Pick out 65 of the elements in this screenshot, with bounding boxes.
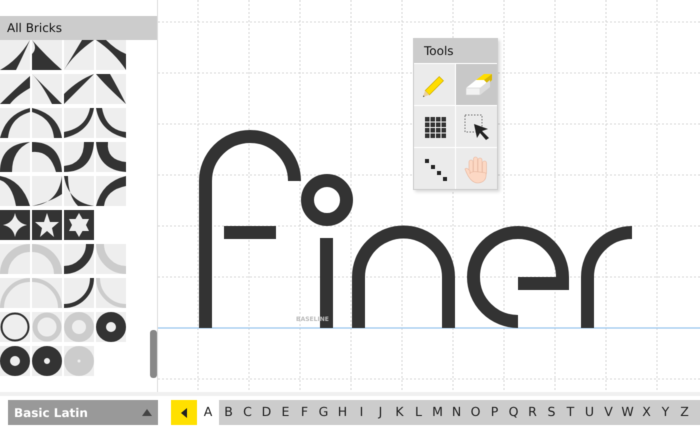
brick-icon[interactable]: [0, 312, 30, 342]
brick-icon[interactable]: [32, 108, 62, 138]
brick-icon[interactable]: [96, 40, 126, 70]
scrollbar-thumb[interactable]: [150, 330, 157, 378]
character-tab[interactable]: U: [580, 400, 599, 425]
character-tab[interactable]: M: [428, 400, 447, 425]
brick-icon[interactable]: [64, 278, 94, 308]
character-tab[interactable]: X: [637, 400, 656, 425]
brick-icon[interactable]: [96, 108, 126, 138]
panel-title: All Bricks: [0, 16, 157, 40]
brick-icon[interactable]: [32, 142, 62, 172]
brick-icon[interactable]: [0, 40, 30, 70]
brick-icon[interactable]: [64, 108, 94, 138]
character-tab[interactable]: Q: [504, 400, 523, 425]
character-tab[interactable]: F: [295, 400, 314, 425]
brick-icon[interactable]: [32, 346, 62, 376]
character-tab[interactable]: C: [238, 400, 257, 425]
brick-icon[interactable]: [64, 244, 94, 274]
tool-button[interactable]: [456, 106, 497, 147]
character-tab[interactable]: K: [390, 400, 409, 425]
character-tab[interactable]: P: [485, 400, 504, 425]
character-tab[interactable]: N: [447, 400, 466, 425]
brick-icon[interactable]: [0, 176, 30, 206]
tool-button[interactable]: [414, 148, 455, 189]
previous-button[interactable]: [171, 400, 197, 425]
character-tab[interactable]: S: [542, 400, 561, 425]
character-tab[interactable]: H: [333, 400, 352, 425]
character-tab[interactable]: Y: [656, 400, 675, 425]
brick-icon[interactable]: [32, 176, 62, 206]
character-tab[interactable]: L: [409, 400, 428, 425]
brick-icon[interactable]: [0, 346, 30, 376]
tool-button[interactable]: [414, 106, 455, 147]
brick-icon[interactable]: [0, 74, 30, 104]
brick-icon[interactable]: [64, 176, 94, 206]
brick-icon[interactable]: [64, 210, 94, 240]
select-icon: [462, 112, 492, 142]
brick-icon[interactable]: [64, 142, 94, 172]
character-tab[interactable]: I: [352, 400, 371, 425]
character-tab[interactable]: V: [599, 400, 618, 425]
character-tab[interactable]: O: [466, 400, 485, 425]
character-tab[interactable]: J: [371, 400, 390, 425]
brick-icon[interactable]: [0, 210, 30, 240]
panel-title: Tools: [414, 39, 497, 63]
brick-icon[interactable]: [0, 142, 30, 172]
character-tab[interactable]: T: [561, 400, 580, 425]
caret-icon: [181, 408, 187, 418]
brick-icon[interactable]: [32, 40, 62, 70]
character-tab[interactable]: B: [219, 400, 238, 425]
brick-icon[interactable]: [32, 210, 62, 240]
brick-icon[interactable]: [64, 74, 94, 104]
brick-icon[interactable]: [96, 142, 126, 172]
character-tab[interactable]: Z: [675, 400, 694, 425]
character-tab[interactable]: D: [257, 400, 276, 425]
character-tab[interactable]: E: [276, 400, 295, 425]
brick-icon[interactable]: [32, 74, 62, 104]
caret-icon: [142, 409, 152, 416]
brick-icon[interactable]: [96, 312, 126, 342]
brick-icon[interactable]: [96, 74, 126, 104]
character-tab[interactable]: G: [314, 400, 333, 425]
character-tab[interactable]: R: [523, 400, 542, 425]
brick-icon[interactable]: [64, 40, 94, 70]
brick-icon[interactable]: [96, 176, 126, 206]
character-tab[interactable]: W: [618, 400, 637, 425]
character-tab[interactable]: A: [197, 400, 219, 425]
brick-icon[interactable]: [0, 108, 30, 138]
